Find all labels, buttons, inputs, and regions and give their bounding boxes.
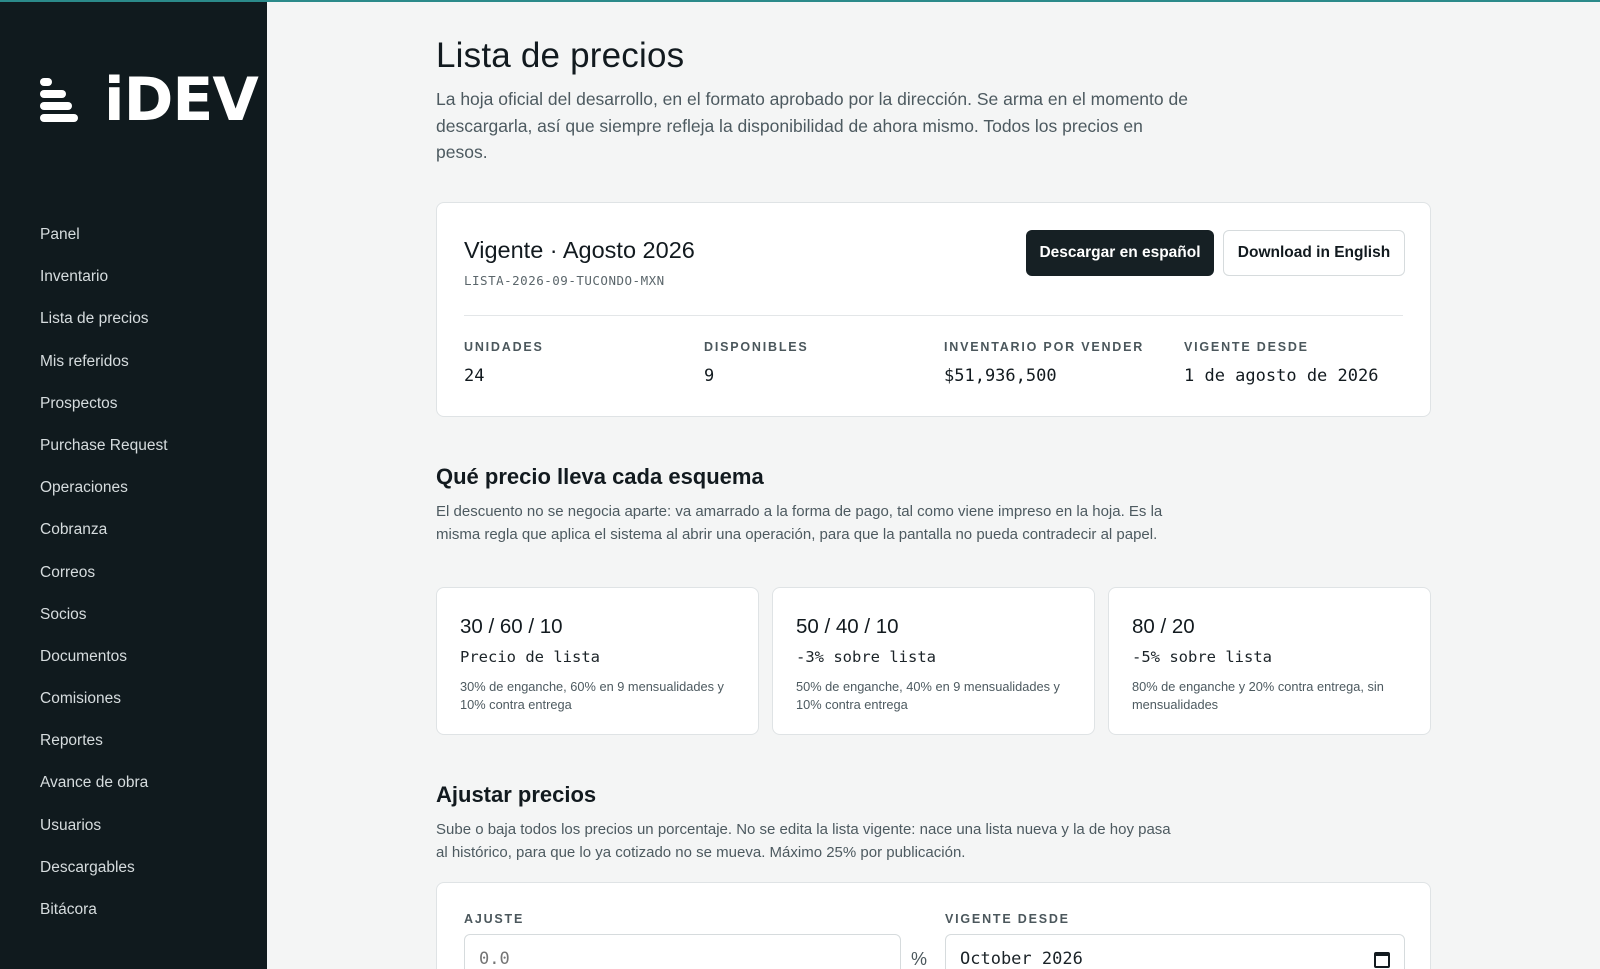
- current-list-card: Vigente · Agosto 2026 LISTA-2026-09-TUCO…: [436, 202, 1431, 417]
- sidebar-item-panel[interactable]: Panel: [0, 214, 267, 256]
- logo[interactable]: iDEV: [40, 65, 259, 135]
- stat-label: UNIDADES: [464, 340, 544, 354]
- sidebar-item-operaciones[interactable]: Operaciones: [0, 467, 267, 509]
- scheme-title: 80 / 20: [1132, 615, 1195, 638]
- schemes-section-description: El descuento no se negocia aparte: va am…: [436, 503, 1163, 543]
- sidebar-item-cobranza[interactable]: Cobranza: [0, 509, 267, 551]
- scheme-title: 30 / 60 / 10: [460, 615, 563, 638]
- scheme-description: 30% de enganche, 60% en 9 mensualidades …: [460, 679, 724, 712]
- stat-disponibles: DISPONIBLES 9: [704, 340, 809, 386]
- download-english-button[interactable]: Download in English: [1223, 230, 1405, 276]
- scheme-description: 80% de enganche y 20% contra entrega, si…: [1132, 679, 1384, 712]
- stat-unidades: UNIDADES 24: [464, 340, 544, 386]
- effective-date-input[interactable]: October 2026: [945, 934, 1405, 969]
- stat-label: VIGENTE DESDE: [1184, 340, 1309, 354]
- sidebar-item-mis-referidos[interactable]: Mis referidos: [0, 341, 267, 383]
- sidebar-nav: Panel Inventario Lista de precios Mis re…: [0, 214, 267, 931]
- stat-label: INVENTARIO POR VENDER: [944, 340, 1145, 354]
- download-spanish-button[interactable]: Descargar en español: [1026, 230, 1214, 276]
- logo-stack-icon: [40, 78, 78, 122]
- effective-date-value: October 2026: [960, 949, 1083, 969]
- sidebar-item-documentos[interactable]: Documentos: [0, 636, 267, 678]
- sidebar-item-comisiones[interactable]: Comisiones: [0, 678, 267, 720]
- logo-text: iDEV: [104, 65, 259, 135]
- scheme-description: 50% de enganche, 40% en 9 mensualidades …: [796, 679, 1060, 712]
- top-accent-line: [0, 0, 1600, 2]
- adjust-section-title: Ajustar precios: [436, 782, 597, 807]
- sidebar-item-correos[interactable]: Correos: [0, 552, 267, 594]
- card-divider: [464, 315, 1403, 316]
- sidebar-item-bitacora[interactable]: Bitácora: [0, 889, 267, 931]
- scheme-title: 50 / 40 / 10: [796, 615, 899, 638]
- sidebar-item-descargables[interactable]: Descargables: [0, 847, 267, 889]
- stat-label: DISPONIBLES: [704, 340, 809, 354]
- stat-value: 9: [704, 366, 715, 386]
- sidebar-item-avance-de-obra[interactable]: Avance de obra: [0, 762, 267, 804]
- adjust-section-description: Sube o baja todos los precios un porcent…: [436, 821, 1171, 861]
- page-description: La hoja oficial del desarrollo, en el fo…: [436, 89, 1188, 162]
- adjust-percent-input[interactable]: [464, 934, 901, 969]
- calendar-icon[interactable]: [1374, 952, 1390, 968]
- page-title: Lista de precios: [436, 36, 685, 75]
- current-list-code: LISTA-2026-09-TUCONDO-MXN: [464, 273, 665, 288]
- scheme-price: -3% sobre lista: [796, 648, 936, 666]
- adjust-field-label: AJUSTE: [464, 912, 525, 926]
- sidebar-item-usuarios[interactable]: Usuarios: [0, 805, 267, 847]
- stat-value: $51,936,500: [944, 366, 1057, 386]
- stat-vigente-desde: VIGENTE DESDE 1 de agosto de 2026: [1184, 340, 1378, 386]
- sidebar-item-lista-de-precios[interactable]: Lista de precios: [0, 298, 267, 340]
- sidebar-item-socios[interactable]: Socios: [0, 594, 267, 636]
- adjust-card: AJUSTE % VIGENTE DESDE October 2026: [436, 882, 1431, 969]
- schemes-section-title: Qué precio lleva cada esquema: [436, 464, 764, 489]
- scheme-card: 50 / 40 / 10 -3% sobre lista 50% de enga…: [772, 587, 1095, 735]
- sidebar-item-reportes[interactable]: Reportes: [0, 720, 267, 762]
- current-list-title: Vigente · Agosto 2026: [464, 237, 695, 263]
- stat-value: 1 de agosto de 2026: [1184, 366, 1379, 386]
- scheme-card: 30 / 60 / 10 Precio de lista 30% de enga…: [436, 587, 759, 735]
- stat-inventario-por-vender: INVENTARIO POR VENDER $51,936,500: [944, 340, 1144, 386]
- scheme-price: -5% sobre lista: [1132, 648, 1272, 666]
- sidebar: iDEV Panel Inventario Lista de precios M…: [0, 0, 267, 969]
- scheme-card: 80 / 20 -5% sobre lista 80% de enganche …: [1108, 587, 1431, 735]
- sidebar-item-purchase-request[interactable]: Purchase Request: [0, 425, 267, 467]
- sidebar-item-inventario[interactable]: Inventario: [0, 256, 267, 298]
- sidebar-item-prospectos[interactable]: Prospectos: [0, 383, 267, 425]
- effective-date-label: VIGENTE DESDE: [945, 912, 1070, 926]
- percent-symbol: %: [911, 949, 928, 969]
- stat-value: 24: [464, 366, 485, 386]
- scheme-price: Precio de lista: [460, 648, 600, 666]
